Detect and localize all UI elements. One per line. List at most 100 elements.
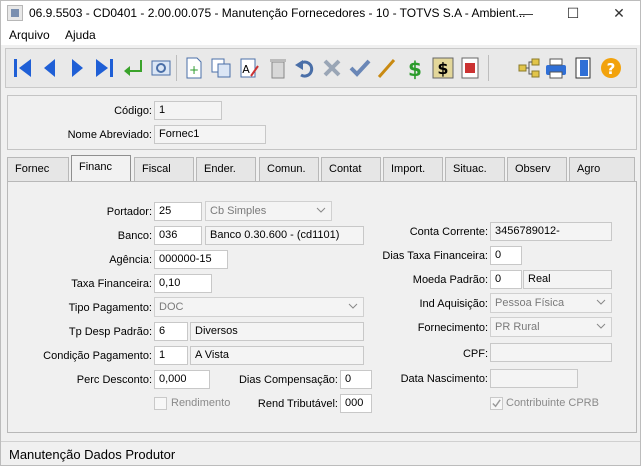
currency-button[interactable]: $ [402, 55, 428, 81]
goto-icon [124, 60, 142, 76]
maximize-button[interactable]: ☐ [550, 1, 596, 25]
cancel-button[interactable] [319, 55, 345, 81]
title-bar: 06.9.5503 - CD0401 - 2.00.00.075 - Manut… [1, 1, 640, 25]
status-text: Manutenção Dados Produtor [9, 447, 176, 462]
finance-button[interactable]: $ [430, 55, 456, 81]
data-nascimento-field[interactable] [490, 369, 578, 388]
tab-fiscal[interactable]: Fiscal [134, 157, 194, 181]
tp-desp-padrao-field[interactable]: 6 [154, 322, 188, 341]
query-button[interactable] [374, 55, 400, 81]
ind-aquisicao-select[interactable]: Pessoa Física [490, 293, 612, 313]
dias-taxa-financeira-label: Dias Taxa Financeira: [382, 250, 488, 262]
delete-record-button[interactable] [265, 55, 291, 81]
dias-compensacao-label: Dias Compensação: [238, 374, 338, 386]
tab-import[interactable]: Import. [383, 157, 443, 181]
tab-agro[interactable]: Agro [569, 157, 635, 181]
perc-desconto-label: Perc Desconto: [76, 374, 152, 386]
tp-desp-padrao-label: Tp Desp Padrão: [68, 326, 152, 338]
tipo-pagamento-select[interactable]: DOC [154, 297, 364, 317]
close-button[interactable]: ✕ [596, 1, 640, 25]
currency-icon: $ [408, 57, 422, 80]
cpf-label: CPF: [462, 348, 488, 360]
search-button[interactable] [148, 55, 174, 81]
next-record-button[interactable] [64, 55, 90, 81]
agencia-label: Agência: [109, 254, 152, 266]
menu-ajuda[interactable]: Ajuda [65, 28, 96, 42]
finance-icon: $ [432, 57, 454, 79]
minimize-button[interactable]: — [503, 1, 549, 25]
nome-abreviado-label: Nome Abreviado: [67, 129, 152, 141]
svg-text:$: $ [437, 59, 448, 78]
rendimento-label: Rendimento [171, 397, 231, 409]
previous-record-button[interactable] [37, 55, 63, 81]
print-button[interactable] [543, 55, 569, 81]
tab-contat[interactable]: Contat [321, 157, 381, 181]
svg-text:A: A [242, 63, 250, 76]
tab-observ[interactable]: Observ [507, 157, 567, 181]
undo-button[interactable] [292, 55, 318, 81]
ind-aquisicao-value: Pessoa Física [495, 297, 565, 309]
dias-compensacao-field[interactable]: 0 [340, 370, 372, 389]
help-icon: ? [601, 58, 621, 78]
codigo-field[interactable]: 1 [154, 101, 222, 120]
report-icon [461, 57, 479, 79]
delete-icon [270, 59, 286, 79]
contribuinte-cprb-label: Contribuinte CPRB [506, 397, 599, 409]
rendimento-checkbox[interactable] [154, 397, 167, 410]
codigo-label: Código: [114, 105, 152, 117]
header-panel: Código: 1 Nome Abreviado: Fornec1 [7, 95, 637, 150]
confirm-button[interactable] [347, 55, 373, 81]
ind-aquisicao-label: Ind Aquisição: [419, 298, 489, 310]
previous-icon [44, 59, 55, 77]
last-record-button[interactable] [91, 55, 117, 81]
tab-situac[interactable]: Situac. [445, 157, 505, 181]
tipo-pagamento-value: DOC [159, 301, 184, 313]
toolbar-separator [488, 55, 489, 81]
query-icon [377, 59, 396, 78]
copy-record-button[interactable] [208, 55, 234, 81]
portador-label: Portador: [106, 206, 152, 218]
portador-field[interactable]: 25 [154, 202, 202, 221]
goto-button[interactable] [120, 55, 146, 81]
exit-button[interactable] [570, 55, 596, 81]
financ-tab-page: Portador: 25 Cb Simples Banco: 036 Banco… [7, 181, 637, 433]
fornecimento-label: Fornecimento: [417, 322, 488, 334]
banco-field[interactable]: 036 [154, 226, 202, 245]
contribuinte-cprb-checkbox[interactable] [490, 397, 503, 410]
tab-financ[interactable]: Financ [71, 155, 131, 182]
cpf-field[interactable] [490, 343, 612, 362]
report-button[interactable] [457, 55, 483, 81]
menu-bar: Arquivo Ajuda [1, 25, 640, 45]
perc-desconto-field[interactable]: 0,000 [154, 370, 210, 389]
nome-abreviado-field[interactable]: Fornec1 [154, 125, 266, 144]
hierarchy-button[interactable] [516, 55, 542, 81]
edit-record-button[interactable]: A [236, 55, 262, 81]
rend-tributavel-field[interactable]: 000 [340, 394, 372, 413]
tab-strip: Fornec Financ Fiscal Ender. Comun. Conta… [7, 155, 637, 182]
moeda-padrao-field[interactable]: 0 [490, 270, 522, 289]
data-nascimento-label: Data Nascimento: [400, 373, 488, 385]
conta-corrente-label: Conta Corrente: [409, 226, 488, 238]
tab-fornec[interactable]: Fornec [7, 157, 69, 181]
conta-corrente-field[interactable]: 3456789012- [490, 222, 612, 241]
portador-select[interactable]: Cb Simples [205, 201, 332, 221]
last-icon [96, 59, 113, 77]
first-record-button[interactable] [10, 55, 36, 81]
help-button[interactable]: ? [598, 55, 624, 81]
rend-tributavel-label: Rend Tributável: [257, 398, 338, 410]
taxa-financeira-field[interactable]: 0,10 [154, 274, 212, 293]
tab-comun[interactable]: Comun. [259, 157, 319, 181]
first-icon [14, 59, 31, 77]
moeda-padrao-label: Moeda Padrão: [412, 274, 488, 286]
menu-arquivo[interactable]: Arquivo [9, 28, 50, 42]
fornecimento-select[interactable]: PR Rural [490, 317, 612, 337]
condicao-pagamento-field[interactable]: 1 [154, 346, 188, 365]
new-record-button[interactable]: + [181, 55, 207, 81]
dias-taxa-financeira-field[interactable]: 0 [490, 246, 522, 265]
banco-label: Banco: [117, 230, 152, 242]
agencia-field[interactable]: 000000-15 [154, 250, 228, 269]
exit-icon [575, 57, 591, 79]
tab-ender[interactable]: Ender. [196, 157, 256, 181]
condicao-pagamento-label: Condição Pagamento: [43, 350, 152, 362]
edit-icon: A [240, 58, 259, 78]
